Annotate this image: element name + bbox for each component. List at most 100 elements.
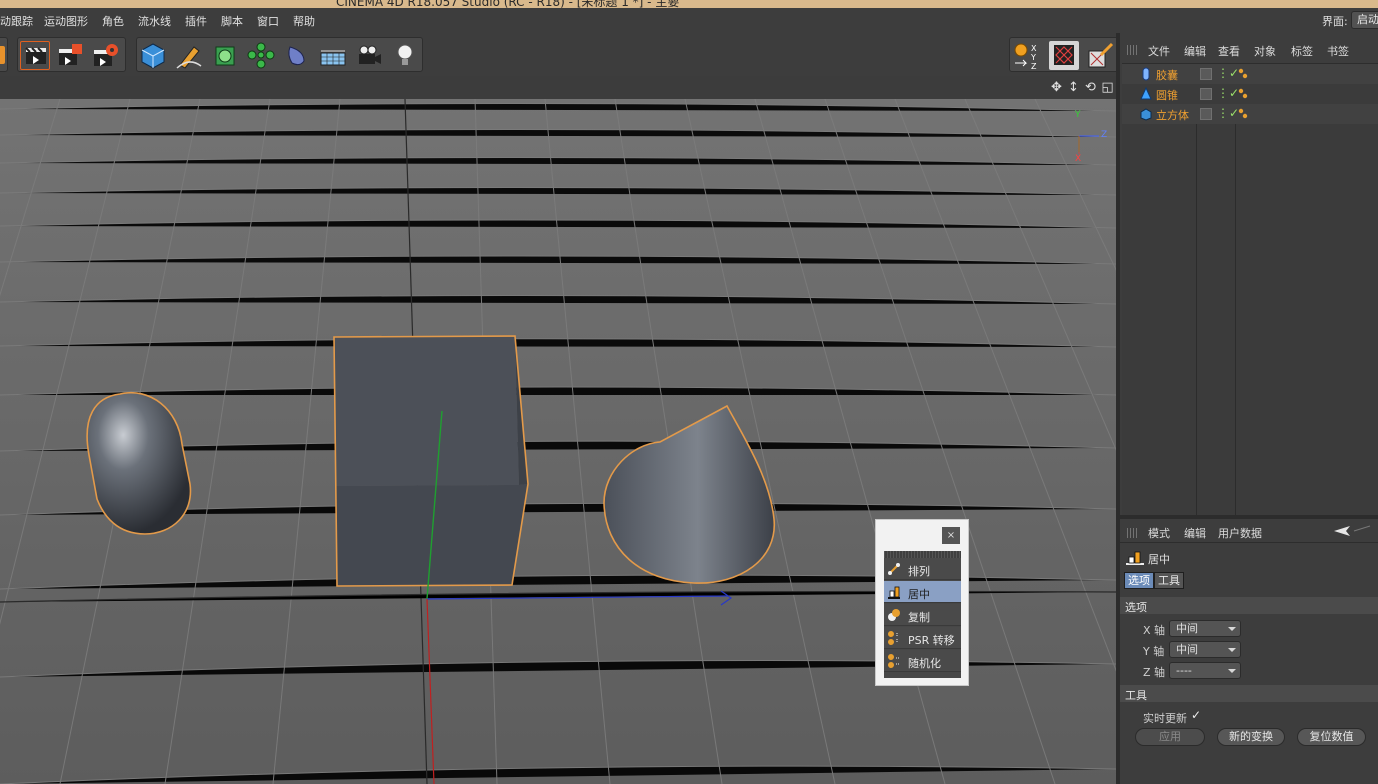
texture-checker-icon[interactable] (1049, 41, 1079, 70)
z-axis-label: Z 轴 (1143, 666, 1166, 679)
back-arrow-icon[interactable] (1332, 525, 1372, 537)
om-menu-file[interactable]: 文件 (1148, 43, 1170, 59)
tool-title: 居中 (1148, 553, 1170, 566)
menu-pipeline[interactable]: 流水线 (138, 13, 171, 29)
chevron-down-icon (1228, 669, 1236, 673)
palette-grip[interactable] (884, 551, 961, 558)
panel-grip-icon[interactable] (1127, 528, 1139, 538)
array-cloner-icon[interactable] (246, 41, 276, 70)
realtime-update-checkbox[interactable]: ✓ (1191, 708, 1201, 722)
phong-tag-icon[interactable] (1238, 108, 1248, 120)
om-menu-view[interactable]: 查看 (1218, 43, 1240, 59)
phong-tag-icon[interactable] (1238, 68, 1248, 80)
menu-script[interactable]: 脚本 (221, 13, 243, 29)
attribute-manager: 模式 编辑 用户数据 居中 选项 工具 选项 X 轴 中间 Y 轴 中间 Z 轴… (1120, 519, 1378, 784)
reset-values-button[interactable]: 复位数值 (1297, 728, 1366, 746)
object-name: 胶囊 (1156, 69, 1178, 82)
x-axis-select[interactable]: 中间 (1169, 620, 1241, 637)
am-menu-user-data[interactable]: 用户数据 (1218, 525, 1262, 541)
palette-list: 排列 居中 复制 PSR 转移 随机化 (884, 558, 961, 678)
render-picture-queue-icon[interactable] (55, 41, 85, 70)
move-view-icon[interactable]: ✥ (1049, 80, 1064, 95)
toolbar-group-edge (0, 37, 8, 72)
om-menu-edit[interactable]: 编辑 (1184, 43, 1206, 59)
z-axis-select[interactable]: ---- (1169, 662, 1241, 679)
psr-transfer-icon (887, 631, 901, 645)
enabled-checkmark-icon[interactable]: ⋮✓ (1217, 106, 1239, 120)
window-title: CINEMA 4D R18.057 Studio (RC - R18) - [未… (336, 0, 680, 8)
cube-primitive-icon[interactable] (138, 41, 168, 70)
render-settings-icon[interactable] (91, 41, 121, 70)
palette-item-duplicate[interactable]: 复制 (884, 604, 961, 626)
object-row-cube[interactable]: 立方体 ⋮✓ (1122, 104, 1378, 124)
visibility-toggle[interactable] (1200, 68, 1212, 80)
subdivision-icon[interactable] (210, 41, 240, 70)
om-menu-tags[interactable]: 标签 (1291, 43, 1313, 59)
object-row-cone[interactable]: 圆锥 ⋮✓ (1122, 84, 1378, 104)
main-toolbar: XYZ (0, 33, 1120, 76)
x-axis-label: X 轴 (1143, 624, 1166, 637)
palette-item-randomize[interactable]: 随机化 (884, 650, 961, 672)
toolbar-group-render (17, 37, 126, 72)
object-tree: 胶囊 ⋮✓ 圆锥 ⋮✓ 立方体 ⋮✓ (1122, 63, 1378, 516)
duplicate-icon (887, 608, 901, 622)
maximize-view-icon[interactable]: ◱ (1100, 80, 1115, 95)
menu-bar: 动跟踪 运动图形 角色 流水线 插件 脚本 窗口 帮助 界面: 启动 (0, 8, 1378, 33)
layout-select[interactable]: 启动 (1351, 11, 1378, 29)
tab-options[interactable]: 选项 (1124, 572, 1154, 589)
realtime-update-label: 实时更新 (1143, 712, 1187, 725)
object-manager: 文件 编辑 查看 对象 标签 书签 胶囊 ⋮✓ 圆锥 ⋮✓ 立方体 ⋮✓ (1120, 33, 1378, 516)
paint-brush-icon[interactable] (1085, 41, 1115, 70)
title-bar: CINEMA 4D R18.057 Studio (RC - R18) - [未… (0, 0, 1378, 8)
palette-item-arrange[interactable]: 排列 (884, 558, 961, 580)
palette-close-button[interactable]: × (942, 527, 960, 544)
light-icon[interactable] (390, 41, 420, 70)
cone-icon (1140, 86, 1152, 101)
palette-item-psr-transfer[interactable]: PSR 转移 (884, 627, 961, 649)
pen-spline-icon[interactable] (174, 41, 204, 70)
enabled-checkmark-icon[interactable]: ⋮✓ (1217, 66, 1239, 80)
attribute-manager-menu: 模式 编辑 用户数据 (1120, 519, 1378, 543)
floor-environment-icon[interactable] (318, 41, 348, 70)
menu-mograph[interactable]: 运动图形 (44, 13, 88, 29)
om-menu-bookmarks[interactable]: 书签 (1327, 43, 1349, 59)
apply-button[interactable]: 应用 (1135, 728, 1205, 746)
deformer-icon[interactable] (282, 41, 312, 70)
svg-text:X: X (1031, 44, 1037, 53)
am-menu-mode[interactable]: 模式 (1148, 525, 1170, 541)
enabled-checkmark-icon[interactable]: ⋮✓ (1217, 86, 1239, 100)
camera-icon[interactable] (354, 41, 384, 70)
om-menu-object[interactable]: 对象 (1254, 43, 1276, 59)
tab-tool[interactable]: 工具 (1154, 572, 1184, 589)
menu-help[interactable]: 帮助 (293, 13, 315, 29)
svg-text:Z: Z (1031, 62, 1037, 70)
y-axis-label: Y 轴 (1143, 645, 1165, 658)
chevron-down-icon (1228, 648, 1236, 652)
center-icon (1126, 550, 1144, 566)
axis-x-label: X (1075, 154, 1082, 164)
new-transform-button[interactable]: 新的变换 (1217, 728, 1285, 746)
layout-label: 界面: (1322, 15, 1348, 28)
pan-view-icon[interactable]: ↕ (1066, 80, 1081, 95)
rotate-view-icon[interactable]: ⟲ (1083, 80, 1098, 95)
chevron-down-icon (1228, 627, 1236, 631)
palette-item-center[interactable]: 居中 (884, 581, 961, 603)
menu-window[interactable]: 窗口 (257, 13, 279, 29)
render-view-icon[interactable] (20, 41, 50, 70)
cube-icon (1140, 107, 1152, 121)
menu-motion-tracking[interactable]: 动跟踪 (0, 13, 33, 29)
arrange-tools-palette: × 排列 居中 复制 PSR 转移 随机化 (875, 519, 969, 686)
visibility-toggle[interactable] (1200, 88, 1212, 100)
object-row-capsule[interactable]: 胶囊 ⋮✓ (1122, 64, 1378, 84)
panel-grip-icon[interactable] (1127, 45, 1139, 55)
cinema4d-window: CINEMA 4D R18.057 Studio (RC - R18) - [未… (0, 0, 1378, 784)
coordinate-system-icon[interactable]: XYZ (1012, 41, 1042, 70)
randomize-icon (887, 654, 901, 668)
object-manager-menu: 文件 编辑 查看 对象 标签 书签 (1120, 37, 1378, 63)
phong-tag-icon[interactable] (1238, 88, 1248, 100)
y-axis-select[interactable]: 中间 (1169, 641, 1241, 658)
visibility-toggle[interactable] (1200, 108, 1212, 120)
menu-plugins[interactable]: 插件 (185, 13, 207, 29)
am-menu-edit[interactable]: 编辑 (1184, 525, 1206, 541)
menu-character[interactable]: 角色 (102, 13, 124, 29)
